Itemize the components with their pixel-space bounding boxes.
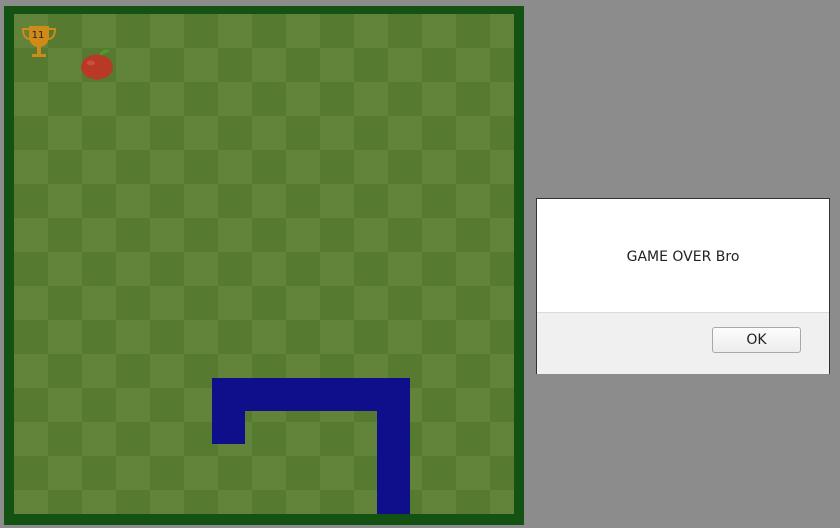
dialog-message: GAME OVER Bro [626, 249, 740, 265]
apple-icon [81, 49, 113, 80]
ok-button[interactable]: OK [712, 327, 801, 353]
score-value: 11 [31, 30, 45, 41]
game-board [4, 6, 524, 525]
snake-segment [212, 378, 245, 444]
game-over-dialog: GAME OVER Bro OK [536, 198, 830, 374]
snake-segment [377, 378, 410, 514]
game-field [14, 14, 514, 514]
dialog-footer: OK [537, 312, 829, 374]
